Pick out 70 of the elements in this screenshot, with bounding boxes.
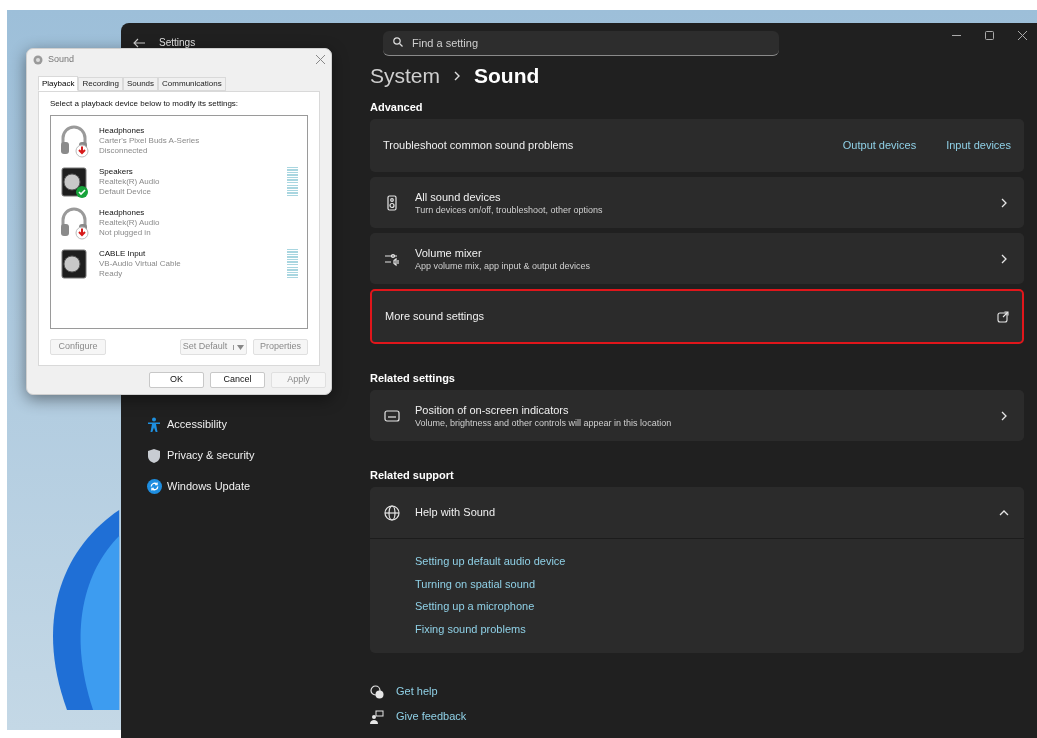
device-driver: Realtek(R) Audio — [99, 176, 161, 187]
device-status: Disconnected — [99, 145, 149, 156]
device-item[interactable]: Headphones Realtek(R) Audio Not plugged in — [58, 202, 298, 243]
maximize-icon[interactable] — [985, 31, 994, 40]
settings-card[interactable]: Position of on-screen indicators Volume, brightness and other controls will appear in this location — [370, 390, 1024, 441]
dialog-button[interactable]: Cancel — [210, 372, 265, 388]
back-arrow-icon[interactable] — [133, 37, 145, 48]
settings-card[interactable]: Volume mixer App volume mix, app input & output devices — [370, 233, 1024, 284]
chevron-right-icon — [453, 71, 461, 81]
sidebar-item[interactable]: Accessibility — [141, 409, 359, 440]
close-icon[interactable] — [316, 55, 325, 64]
device-driver: Realtek(R) Audio — [99, 217, 161, 228]
page-title: Sound — [474, 63, 540, 90]
device-status: Ready — [99, 268, 124, 279]
help-link[interactable]: Setting up default audio device — [415, 553, 1024, 576]
card-subtitle: Volume, brightness and other controls will appear in this location — [415, 416, 673, 429]
device-driver: Carter's Pixel Buds A-Series — [99, 135, 201, 146]
tab[interactable]: Recording — [78, 77, 123, 91]
device-name: Headphones — [99, 125, 146, 136]
card-subtitle: App volume mix, app input & output devices — [415, 259, 592, 272]
device-item[interactable]: Headphones Carter's Pixel Buds A-Series Disconnected — [58, 120, 298, 161]
help-chat-icon — [370, 684, 384, 699]
card-title: Volume mixer — [415, 245, 483, 260]
footer-link[interactable]: Give feedback — [396, 708, 467, 725]
sidebar-item[interactable]: Privacy & security — [141, 440, 359, 471]
expander-header[interactable]: Help with Sound — [370, 487, 1024, 538]
dialog-button[interactable]: OK — [149, 372, 204, 388]
feedback-icon — [370, 709, 384, 724]
section-heading: Advanced — [370, 100, 424, 113]
card-title: Help with Sound — [415, 505, 497, 521]
help-link[interactable]: Turning on spatial sound — [415, 575, 1024, 598]
sidebar-item[interactable]: Windows Update — [141, 471, 359, 502]
settings-card[interactable]: More sound settings — [370, 289, 1024, 344]
caret-icon — [237, 344, 245, 350]
section-heading: Related support — [370, 468, 455, 481]
device-name: CABLE Input — [99, 248, 147, 259]
tab[interactable]: Communications — [158, 77, 226, 91]
device-item[interactable]: Speakers Realtek(R) Audio Default Device — [58, 161, 298, 202]
search-icon — [393, 37, 403, 47]
link[interactable]: Output devices — [842, 137, 917, 154]
instruction-text: Select a playback device below to modify its settings: — [50, 98, 240, 110]
person-icon — [147, 416, 161, 433]
close-icon[interactable] — [1018, 31, 1027, 40]
search-field[interactable]: Find a setting — [383, 31, 779, 56]
sync-icon — [147, 479, 162, 494]
help-link[interactable]: Setting up a microphone — [415, 598, 1024, 621]
settings-card[interactable]: All sound devices Turn devices on/off, troubleshoot, other options — [370, 177, 1024, 228]
device-driver: VB-Audio Virtual Cable — [99, 258, 182, 269]
tab[interactable]: Sounds — [122, 77, 159, 91]
help-link[interactable]: Fixing sound problems — [415, 620, 1024, 643]
card-title: Troubleshoot common sound problems — [383, 138, 575, 154]
device-status: Default Device — [99, 186, 153, 197]
window-title: Sound — [48, 52, 76, 66]
card-subtitle: Turn devices on/off, troubleshoot, other options — [415, 203, 604, 216]
card-title: All sound devices — [415, 189, 502, 204]
card-title: Position of on-screen indicators — [415, 402, 570, 417]
card-title: More sound settings — [385, 309, 486, 325]
device-name: Speakers — [99, 166, 134, 177]
tab[interactable]: Playback — [38, 76, 79, 91]
section-heading: Related settings — [370, 371, 456, 384]
shield-icon — [147, 447, 161, 464]
device-name: Headphones — [99, 207, 146, 218]
external-link-icon — [997, 310, 1009, 323]
device-status: Not plugged in — [99, 227, 152, 238]
device-item[interactable]: CABLE Input VB-Audio Virtual Cable Ready — [58, 243, 298, 284]
breadcrumb-parent[interactable]: System — [370, 60, 440, 92]
footer-link[interactable]: Get help — [396, 683, 438, 700]
window-title: Settings — [159, 36, 196, 50]
link[interactable]: Input devices — [946, 137, 1011, 154]
globe-icon — [383, 503, 401, 522]
